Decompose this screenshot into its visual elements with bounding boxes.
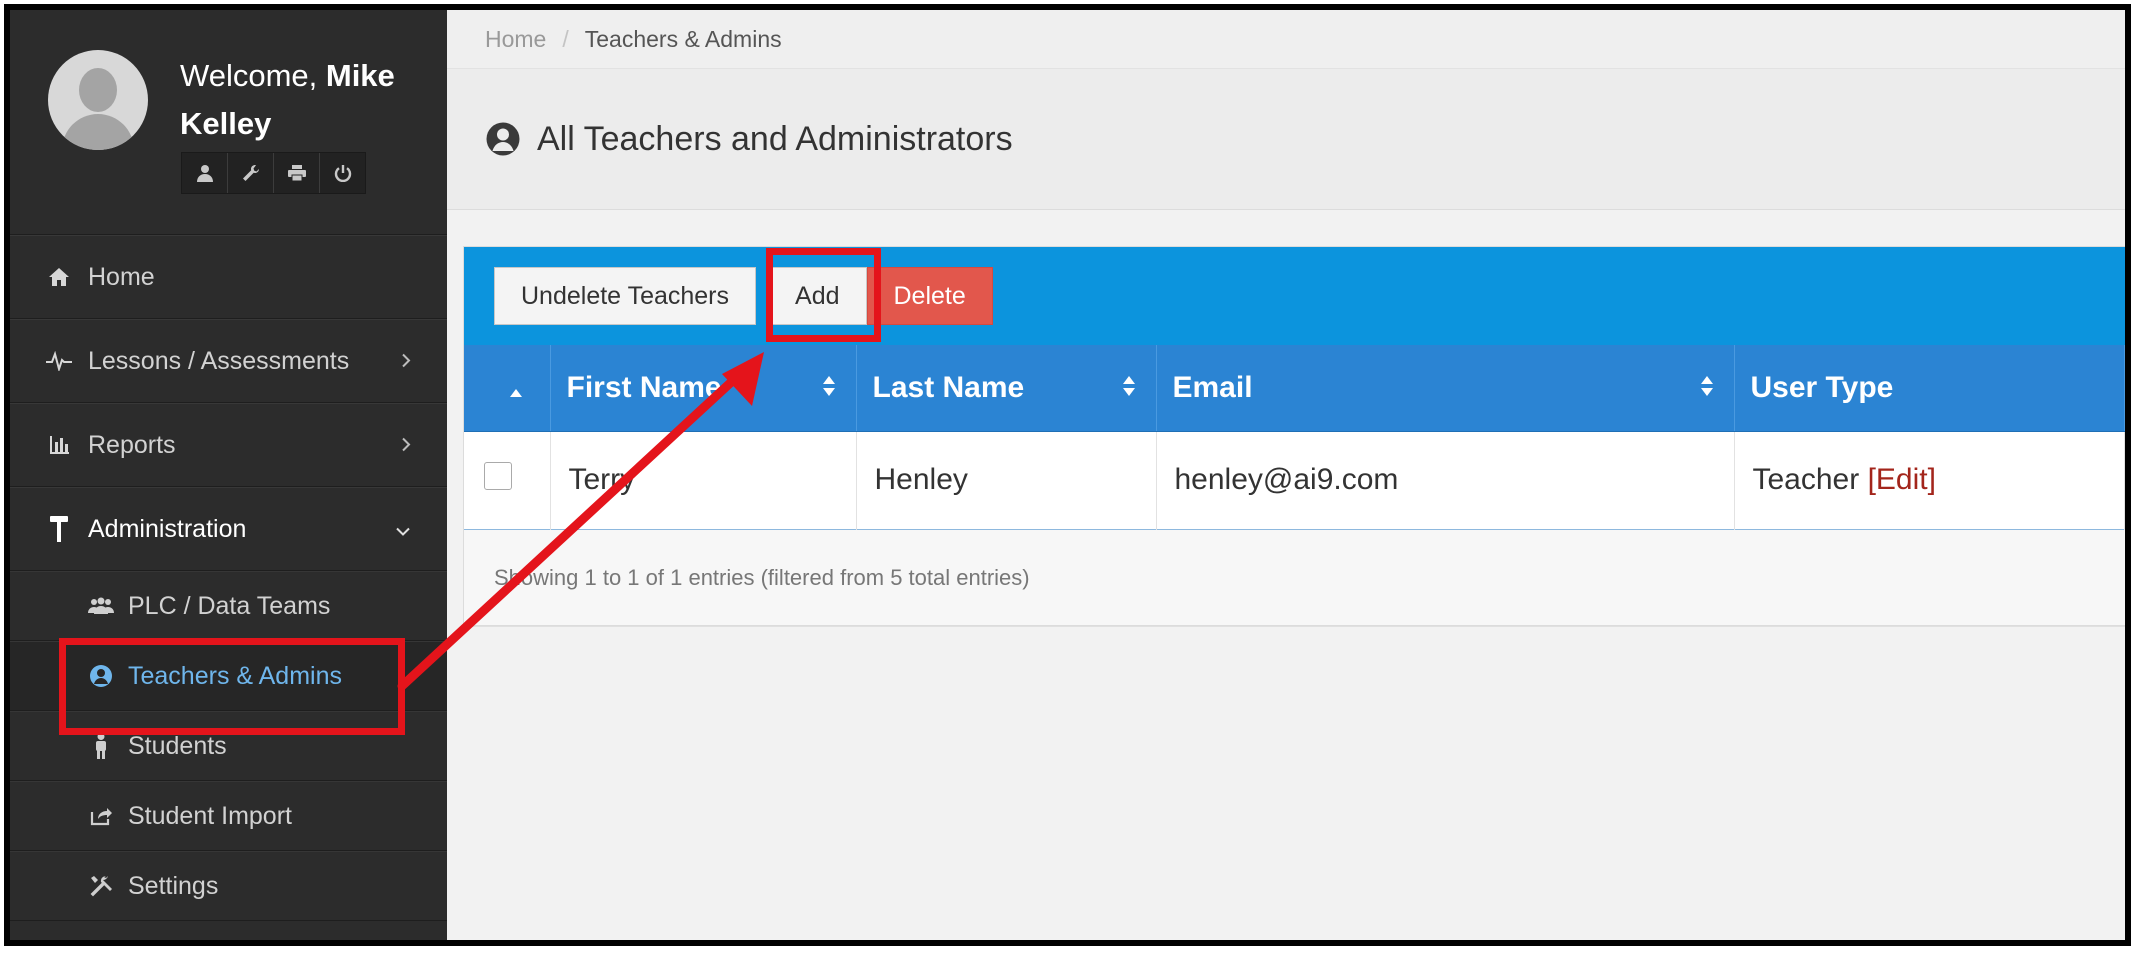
chevron-down-icon (395, 515, 411, 544)
table-header-row: First Name Last Name Email User Type (464, 345, 2125, 432)
column-header-label: User Type (1750, 370, 1894, 404)
user-type-value: Teacher (1752, 463, 1860, 496)
sidebar-item-label: Reports (88, 430, 176, 459)
sidebar-subitem-label: Students (128, 731, 227, 760)
delete-button[interactable]: Delete (866, 267, 993, 325)
welcome-text: Welcome, Mike Kelley (180, 52, 430, 148)
cell-user-type: Teacher [Edit] (1734, 431, 2125, 529)
power-icon[interactable] (320, 153, 365, 193)
app: Welcome, Mike Kelley Home Lessons / Asse… (10, 10, 2125, 940)
breadcrumb-separator: / (562, 25, 569, 52)
student-icon (88, 733, 114, 759)
tools-icon (88, 873, 114, 899)
sidebar-item-label: Home (88, 262, 155, 291)
sidebar-subitem-label: PLC / Data Teams (128, 591, 331, 620)
cell-last-name: Henley (856, 431, 1157, 529)
column-header-label: First Name (566, 370, 722, 404)
user-icon[interactable] (182, 153, 228, 193)
sidebar-item-label: Administration (88, 514, 247, 543)
column-header-email[interactable]: Email (1156, 345, 1735, 432)
edit-link[interactable]: [Edit] (1868, 463, 1936, 496)
sidebar-subitem-plc[interactable]: PLC / Data Teams (10, 571, 447, 641)
sidebar-item-reports[interactable]: Reports (10, 403, 447, 487)
pulse-icon (46, 348, 72, 374)
table-info: Showing 1 to 1 of 1 entries (filtered fr… (464, 530, 2125, 627)
bar-chart-icon (46, 432, 72, 458)
page-title: All Teachers and Administrators (537, 119, 1013, 158)
row-checkbox[interactable] (484, 462, 512, 490)
sidebar-subitem-settings[interactable]: Settings (10, 851, 447, 921)
sidebar: Welcome, Mike Kelley Home Lessons / Asse… (10, 10, 447, 940)
profile-tools (181, 152, 366, 194)
cell-email: henley@ai9.com (1156, 431, 1735, 529)
annotation-highlight-add-button (766, 248, 881, 342)
main-content: Home / Teachers & Admins All Teachers an… (447, 10, 2125, 940)
sidebar-item-lessons[interactable]: Lessons / Assessments (10, 319, 447, 403)
user-profile: Welcome, Mike Kelley (10, 10, 447, 235)
chevron-right-icon (401, 347, 411, 376)
sort-icon (1122, 371, 1136, 405)
column-header-first-name[interactable]: First Name (550, 345, 857, 432)
sidebar-item-label: Lessons / Assessments (88, 346, 350, 375)
sidebar-subitem-student-import[interactable]: Student Import (10, 781, 447, 851)
column-header-label: Email (1172, 370, 1253, 404)
teachers-panel: Undelete Teachers Add Delete First Name … (463, 246, 2125, 627)
screenshot-frame: Welcome, Mike Kelley Home Lessons / Asse… (4, 4, 2131, 946)
table-toolbar: Undelete Teachers Add Delete (464, 247, 2125, 345)
column-header-last-name[interactable]: Last Name (856, 345, 1157, 432)
table-row[interactable]: Terry Henley henley@ai9.com Teacher [Edi… (464, 431, 2125, 529)
import-icon (88, 803, 114, 829)
undelete-teachers-button[interactable]: Undelete Teachers (494, 267, 757, 325)
teachers-table: First Name Last Name Email User Type Ter… (464, 345, 2125, 530)
column-header-user-type[interactable]: User Type (1734, 345, 2125, 432)
hammer-icon (46, 516, 72, 542)
page-header: All Teachers and Administrators (447, 68, 2125, 210)
sidebar-subitem-label: Student Import (128, 801, 292, 830)
wrench-icon[interactable] (228, 153, 274, 193)
cell-first-name: Terry (550, 431, 857, 529)
breadcrumb-current: Teachers & Admins (584, 25, 782, 52)
sidebar-subitem-label: Settings (128, 871, 219, 900)
breadcrumb: Home / Teachers & Admins (447, 10, 2125, 68)
sort-icon (822, 371, 836, 405)
column-header-label: Last Name (872, 370, 1025, 404)
row-select-cell (464, 431, 551, 529)
column-header-select[interactable] (464, 345, 551, 432)
print-icon[interactable] (274, 153, 320, 193)
welcome-prefix: Welcome, (180, 58, 318, 93)
sort-icon (1700, 371, 1714, 405)
chevron-right-icon (401, 431, 411, 460)
home-icon (46, 264, 72, 290)
breadcrumb-home[interactable]: Home (485, 26, 546, 53)
team-icon (88, 593, 114, 619)
teacher-icon (485, 121, 521, 157)
avatar (48, 50, 148, 150)
sidebar-item-home[interactable]: Home (10, 235, 447, 319)
sort-asc-icon (509, 371, 522, 405)
annotation-highlight-teachers-admins (59, 638, 405, 735)
sidebar-item-administration[interactable]: Administration (10, 487, 447, 571)
